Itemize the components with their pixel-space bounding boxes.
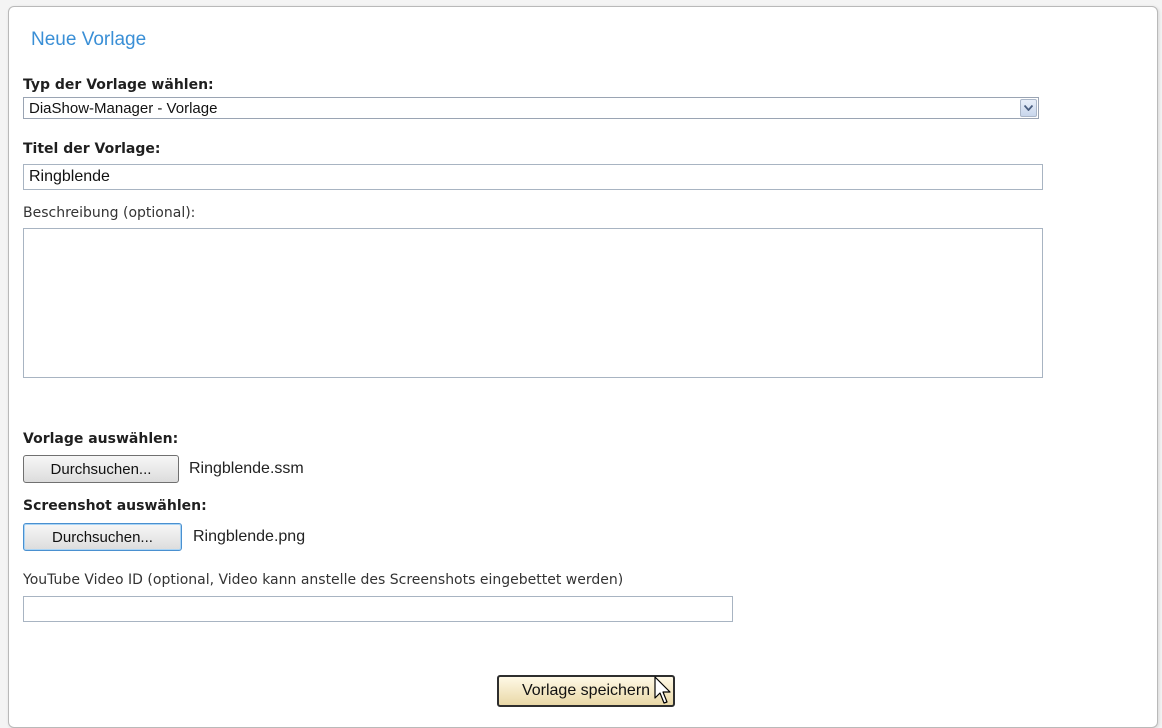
template-type-select[interactable]: DiaShow-Manager - Vorlage: [23, 97, 1039, 119]
template-filename: Ringblende.ssm: [189, 460, 304, 477]
form-panel: Neue Vorlage Typ der Vorlage wählen: Dia…: [8, 6, 1158, 728]
youtube-label: YouTube Video ID (optional, Video kann a…: [23, 572, 624, 588]
mouse-pointer-icon: [654, 676, 674, 710]
template-file-label: Vorlage auswählen:: [23, 431, 179, 447]
title-input[interactable]: [23, 164, 1043, 190]
description-label: Beschreibung (optional):: [23, 205, 196, 221]
chevron-down-icon[interactable]: [1020, 99, 1037, 117]
screenshot-browse-button[interactable]: Durchsuchen...: [23, 523, 182, 551]
description-textarea[interactable]: [23, 228, 1043, 378]
save-template-button[interactable]: Vorlage speichern: [497, 675, 675, 707]
template-type-value: DiaShow-Manager - Vorlage: [29, 100, 218, 117]
template-browse-button[interactable]: Durchsuchen...: [23, 455, 179, 483]
title-label: Titel der Vorlage:: [23, 141, 161, 157]
page-title: Neue Vorlage: [31, 29, 147, 50]
youtube-id-input[interactable]: [23, 596, 733, 622]
screenshot-filename: Ringblende.png: [193, 528, 306, 545]
screenshot-label: Screenshot auswählen:: [23, 498, 207, 514]
type-label: Typ der Vorlage wählen:: [23, 77, 214, 93]
